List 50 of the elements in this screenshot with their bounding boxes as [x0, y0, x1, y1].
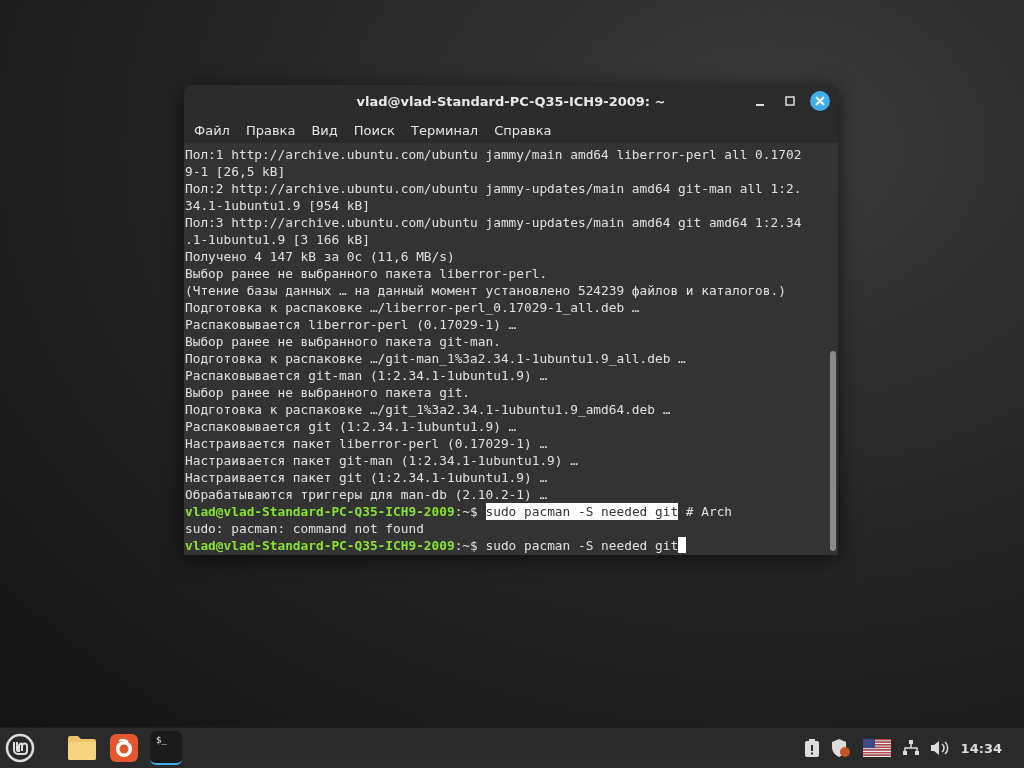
- window-title: vlad@vlad-Standard-PC-Q35-ICH9-2009: ~: [355, 93, 667, 109]
- terminal-output-line: Пол:2 http://archive.ubuntu.com/ubuntu jammy-updates/main amd64 git-man all 1:2.: [185, 180, 802, 197]
- terminal-output-line: Подготовка к распаковке …/git-man_1%3a2.34.1-1ubuntu1.9_all.deb …: [185, 350, 686, 367]
- close-button[interactable]: [810, 91, 830, 111]
- terminal-output-line: Распаковывается liberror-perl (0.17029-1) …: [185, 316, 517, 333]
- browser-icon[interactable]: [108, 732, 140, 764]
- terminal-app-button[interactable]: $_: [150, 731, 182, 765]
- shield-icon[interactable]: [830, 738, 851, 758]
- terminal-output-line: .1-1ubuntu1.9 [3 166 kB]: [185, 231, 370, 248]
- clock[interactable]: 14:34: [960, 740, 1002, 756]
- network-icon[interactable]: [902, 740, 919, 756]
- terminal-output-line: Выбор ранее не выбранного пакета git-man.: [185, 333, 501, 350]
- minimize-icon: [756, 104, 764, 106]
- menu-item[interactable]: Справка: [486, 119, 560, 141]
- terminal-output-line: Выбор ранее не выбранного пакета liberror-perl.: [185, 265, 548, 282]
- terminal-output-line: Обрабатываются триггеры для man-db (2.10.2-1) …: [185, 486, 548, 503]
- menu-item[interactable]: Файл: [186, 119, 238, 141]
- terminal-output-line: Распаковывается git (1:2.34.1-1ubuntu1.9) …: [185, 418, 517, 435]
- terminal-output-line: (Чтение базы данных … на данный момент установлено 524239 файлов и каталогов.): [185, 282, 786, 299]
- terminal-output-line: Подготовка к распаковке …/liberror-perl_0.17029-1_all.deb …: [185, 299, 640, 316]
- menu-item[interactable]: Правка: [237, 119, 304, 141]
- terminal-output-line: Получено 4 147 kB за 0c (11,6 MB/s): [185, 248, 455, 265]
- menu-item[interactable]: Терминал: [402, 119, 487, 141]
- prompt-path: :~$: [454, 503, 478, 520]
- command-comment: # Arch: [685, 503, 733, 520]
- maximize-icon: [785, 96, 795, 106]
- terminal-output-line: Настраивается пакет git-man (1:2.34.1-1ubuntu1.9) …: [185, 452, 578, 469]
- command-text: sudo pacman -S needed git: [485, 537, 679, 554]
- terminal-output-line: Выбор ранее не выбранного пакета git.: [185, 384, 471, 401]
- menu-logo-icon[interactable]: [4, 732, 36, 764]
- terminal-output-line: sudo: pacman: command not found: [185, 520, 424, 537]
- terminal-output-line: Настраивается пакет liberror-perl (0.17029-1) …: [185, 435, 548, 452]
- terminal-output-line: Пол:3 http://archive.ubuntu.com/ubuntu jammy-updates/main amd64 git amd64 1:2.34: [185, 214, 802, 231]
- volume-icon[interactable]: [930, 740, 949, 756]
- clipboard-icon[interactable]: [804, 739, 819, 757]
- terminal-output-line: Подготовка к распаковке …/git_1%3a2.34.1-1ubuntu1.9_amd64.deb …: [185, 401, 671, 418]
- scrollbar-thumb[interactable]: [830, 351, 836, 551]
- prompt-user-host: vlad@vlad-Standard-PC-Q35-ICH9-2009: [185, 503, 455, 520]
- command-text: sudo pacman -S needed git: [485, 503, 679, 520]
- menu-item[interactable]: Поиск: [345, 119, 403, 141]
- us-flag-icon[interactable]: [862, 739, 891, 757]
- close-icon: [815, 96, 825, 106]
- terminal-output-line: Пол:1 http://archive.ubuntu.com/ubuntu jammy/main amd64 liberror-perl all 0.1702: [185, 146, 802, 163]
- terminal-output-line: Настраивается пакет git (1:2.34.1-1ubuntu1.9) …: [185, 469, 548, 486]
- terminal-output-line: Распаковывается git-man (1:2.34.1-1ubuntu1.9) …: [185, 367, 548, 384]
- terminal-output-line: 34.1-1ubuntu1.9 [954 kB]: [185, 197, 370, 214]
- terminal-output-line: 9-1 [26,5 kB]: [185, 163, 286, 180]
- prompt-path: :~$: [454, 537, 478, 554]
- menu-item[interactable]: Вид: [303, 119, 346, 141]
- prompt-user-host: vlad@vlad-Standard-PC-Q35-ICH9-2009: [185, 537, 455, 554]
